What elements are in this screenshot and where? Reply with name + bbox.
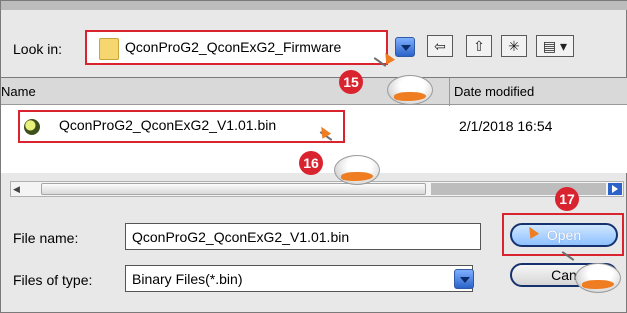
- back-icon: ⇦: [434, 38, 446, 54]
- view-menu-button[interactable]: ▤ ▾: [536, 35, 574, 57]
- chevron-down-icon: [460, 277, 470, 283]
- scrollbar-thumb[interactable]: [41, 183, 426, 195]
- column-name[interactable]: Name: [1, 84, 36, 99]
- scroll-right-icon: [612, 185, 618, 193]
- column-separator[interactable]: [449, 78, 450, 106]
- scrollbar-track[interactable]: [431, 183, 606, 195]
- file-name-value: QconProG2_QconExG2_V1.01.bin: [132, 229, 350, 245]
- file-type-label: Files of type:: [13, 272, 93, 288]
- mouse-icon: [387, 75, 433, 105]
- horizontal-scrollbar[interactable]: ◀: [10, 181, 624, 197]
- mouse-button-highlight: [394, 92, 426, 101]
- new-folder-button[interactable]: ✳: [501, 35, 527, 57]
- mouse-button-highlight: [341, 172, 373, 181]
- step-badge-16: 16: [299, 151, 323, 175]
- column-date-modified[interactable]: Date modified: [454, 84, 534, 99]
- look-in-value: QconProG2_QconExG2_Firmware: [125, 39, 342, 55]
- view-menu-icon: ▤ ▾: [542, 38, 568, 54]
- open-button[interactable]: Open: [510, 223, 618, 247]
- look-in-label: Look in:: [13, 41, 63, 57]
- up-folder-icon: ⇧: [473, 38, 485, 54]
- file-name-cell[interactable]: QconProG2_QconExG2_V1.01.bin: [59, 117, 276, 133]
- title-bar: [1, 1, 627, 10]
- mouse-icon: [334, 155, 380, 185]
- back-button[interactable]: ⇦: [427, 35, 453, 57]
- chevron-down-icon: [401, 45, 411, 51]
- step-badge-17: 17: [555, 187, 579, 211]
- new-folder-icon: ✳: [508, 38, 520, 54]
- scroll-right-button[interactable]: [608, 183, 622, 195]
- mouse-icon: [575, 263, 621, 293]
- list-item[interactable]: QconProG2_QconExG2_V1.01.bin 2/1/2018 16…: [1, 107, 627, 147]
- step-badge-15: 15: [339, 70, 363, 94]
- look-in-dropdown-button[interactable]: [395, 37, 415, 57]
- list-header: Name Date modified: [1, 77, 627, 106]
- mouse-button-highlight: [582, 280, 614, 289]
- file-type-value: Binary Files(*.bin): [132, 271, 243, 287]
- file-date-cell: 2/1/2018 16:54: [459, 118, 553, 134]
- look-in-dropdown[interactable]: QconProG2_QconExG2_Firmware: [85, 30, 388, 65]
- file-type-dropdown-button[interactable]: [454, 269, 474, 289]
- folder-icon: [99, 38, 119, 60]
- open-file-dialog: Look in: QconProG2_QconExG2_Firmware ⇦ ⇧…: [0, 0, 627, 313]
- bin-file-icon: [24, 119, 40, 135]
- file-name-input[interactable]: QconProG2_QconExG2_V1.01.bin: [125, 223, 481, 250]
- file-type-select[interactable]: Binary Files(*.bin): [125, 265, 473, 292]
- file-name-label: File name:: [13, 230, 79, 246]
- scroll-left-icon[interactable]: ◀: [13, 184, 23, 194]
- up-folder-button[interactable]: ⇧: [466, 35, 492, 57]
